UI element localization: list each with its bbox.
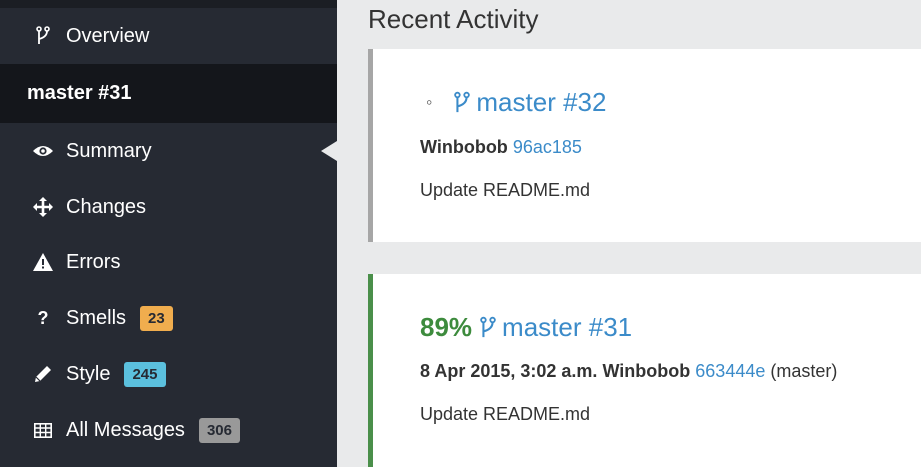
move-arrows-icon [29,197,57,217]
date: 8 Apr 2015, 3:02 a.m. [420,361,598,381]
branch-icon [29,26,57,46]
commit-link[interactable]: 96ac185 [513,137,582,157]
status-bullet: ◦ [426,92,433,112]
style-count-badge: 245 [124,361,166,387]
branch-icon [480,316,496,340]
commit-message: Update README.md [420,404,591,424]
eye-icon [29,144,57,158]
score-percent: 89% [420,312,473,342]
active-indicator [321,141,337,161]
sidebar-item-label: Smells [66,306,127,329]
sidebar-item-label: Overview [66,24,150,47]
sidebar-item-overview[interactable]: Overview [0,8,337,64]
activity-title: ◦ master #32 [426,87,606,118]
sidebar-item-changes[interactable]: Changes [0,179,337,235]
sidebar-item-smells[interactable]: ? Smells 23 [0,290,337,346]
all-messages-count-badge: 306 [198,417,240,443]
build-header: master #31 [0,64,337,123]
activity-meta: 8 Apr 2015, 3:02 a.m. Winbobob 663444e (… [420,361,837,382]
sidebar-item-summary[interactable]: Summary [0,123,337,179]
author: Winbobob [420,137,508,157]
table-icon [29,422,57,438]
activity-card: 89% master #31 8 Apr 2015, 3:02 a.m. Win… [368,274,921,467]
sidebar-item-errors[interactable]: Errors [0,234,337,290]
sidebar-item-label: All Messages [66,418,185,441]
author: Winbobob [602,361,691,381]
sidebar-item-style[interactable]: Style 245 [0,346,337,402]
sidebar-item-all-messages[interactable]: All Messages 306 [0,402,337,458]
sidebar-item-label: Changes [66,195,147,218]
pencil-icon [29,365,57,383]
activity-card: ◦ master #32 Winbobob 96ac185 Update REA… [368,49,921,242]
sidebar-item-label: Style [66,362,111,385]
main-content: Recent Activity ◦ master #32 Winbobob 96… [337,0,921,467]
sidebar-item-label: Summary [66,139,152,162]
question-icon: ? [37,307,49,328]
commit-link[interactable]: 663444e [695,361,765,381]
branch-icon [454,91,471,115]
branch-ref: (master) [770,361,838,381]
smells-count-badge: 23 [140,305,173,331]
activity-meta: Winbobob 96ac185 [420,137,582,158]
sidebar-item-label: Errors [66,250,121,273]
warning-icon [29,253,57,271]
section-title: Recent Activity [368,4,539,34]
sidebar-topbar [0,0,337,8]
build-link[interactable]: master #32 [476,87,606,118]
build-link[interactable]: master #31 [502,312,632,343]
activity-title: 89% master #31 [420,312,632,343]
sidebar: Overview master #31 Summary Changes Erro… [0,0,337,467]
commit-message: Update README.md [420,180,591,200]
